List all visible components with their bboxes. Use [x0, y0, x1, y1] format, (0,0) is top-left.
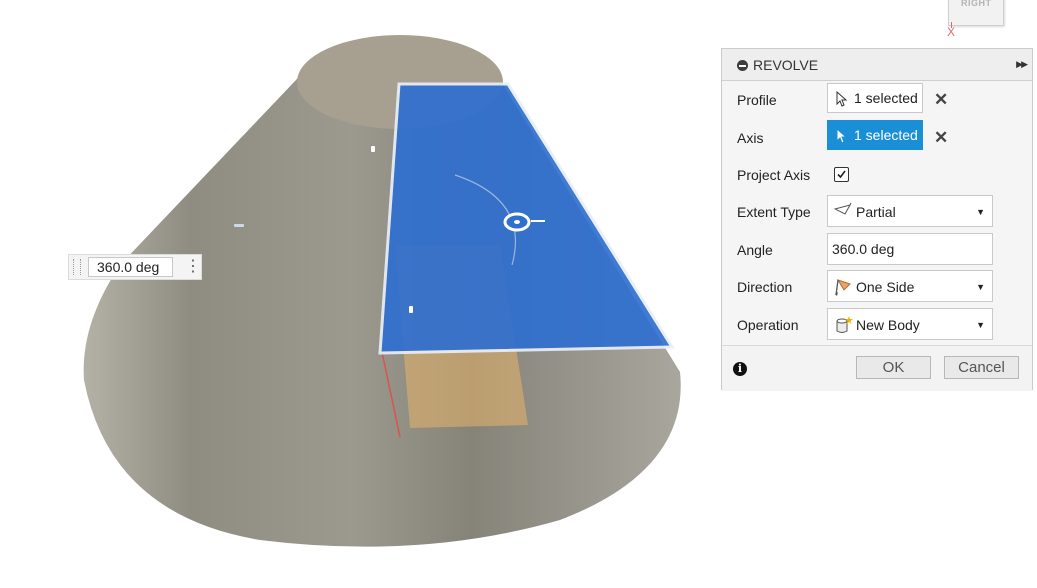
info-icon[interactable]: i: [733, 362, 747, 376]
extent-type-value: Partial: [856, 204, 896, 220]
view-cube-face-label: RIGHT: [961, 0, 992, 8]
edge-marker: [371, 146, 375, 152]
angle-input[interactable]: 360.0 deg: [827, 233, 993, 265]
operation-label: Operation: [737, 317, 799, 333]
edge-marker: [234, 224, 244, 227]
cancel-button[interactable]: Cancel: [944, 356, 1019, 379]
axis-select-button[interactable]: 1 selected: [827, 120, 923, 150]
axis-label: Axis: [737, 130, 764, 146]
ok-button[interactable]: OK: [856, 356, 931, 379]
new-body-icon: [834, 315, 854, 338]
operation-dropdown[interactable]: New Body ▼: [827, 308, 993, 340]
dialog-footer: i OK Cancel: [722, 345, 1032, 391]
project-axis-label: Project Axis: [737, 167, 811, 183]
axis-select-value: 1 selected: [854, 127, 918, 143]
project-axis-checkbox[interactable]: [834, 167, 849, 182]
x-axis-label: X: [947, 25, 956, 39]
cursor-arrow-icon: [836, 127, 848, 147]
direction-label: Direction: [737, 279, 793, 295]
chevron-down-icon: ▼: [976, 320, 985, 330]
angle-float-field[interactable]: 360.0 deg: [88, 257, 173, 277]
edge-marker: [409, 306, 413, 313]
angle-label: Angle: [737, 242, 773, 258]
operation-value: New Body: [856, 317, 920, 333]
direction-value: One Side: [856, 279, 915, 295]
clear-profile-icon[interactable]: ✕: [934, 90, 948, 110]
revolve-dialog: REVOLVE ▶▶ Profile 1 selected ✕ Axis 1 s…: [721, 48, 1033, 391]
profile-select-button[interactable]: 1 selected: [827, 83, 923, 113]
one-side-direction-icon: [834, 277, 852, 300]
extent-type-label: Extent Type: [737, 204, 811, 220]
dialog-title: REVOLVE: [753, 57, 819, 73]
expand-icon[interactable]: ▶▶: [1016, 59, 1028, 70]
partial-extent-icon: [833, 202, 852, 221]
chevron-down-icon: ▼: [976, 207, 985, 217]
extent-type-dropdown[interactable]: Partial ▼: [827, 195, 993, 227]
more-options-icon[interactable]: ⋮: [185, 259, 201, 277]
clear-axis-icon[interactable]: ✕: [934, 128, 948, 148]
drag-handle[interactable]: [73, 259, 81, 275]
dialog-header: REVOLVE ▶▶: [722, 49, 1032, 81]
cursor-arrow-icon: [836, 90, 848, 110]
dialog-body: Profile 1 selected ✕ Axis 1 selected ✕ P…: [722, 81, 1032, 343]
profile-select-value: 1 selected: [854, 90, 918, 106]
angle-floating-input: 360.0 deg ⋮: [68, 254, 202, 280]
profile-label: Profile: [737, 92, 777, 108]
view-cube[interactable]: RIGHT: [948, 0, 1004, 26]
direction-dropdown[interactable]: One Side ▼: [827, 270, 993, 302]
chevron-down-icon: ▼: [976, 282, 985, 292]
collapse-icon[interactable]: [737, 60, 748, 71]
